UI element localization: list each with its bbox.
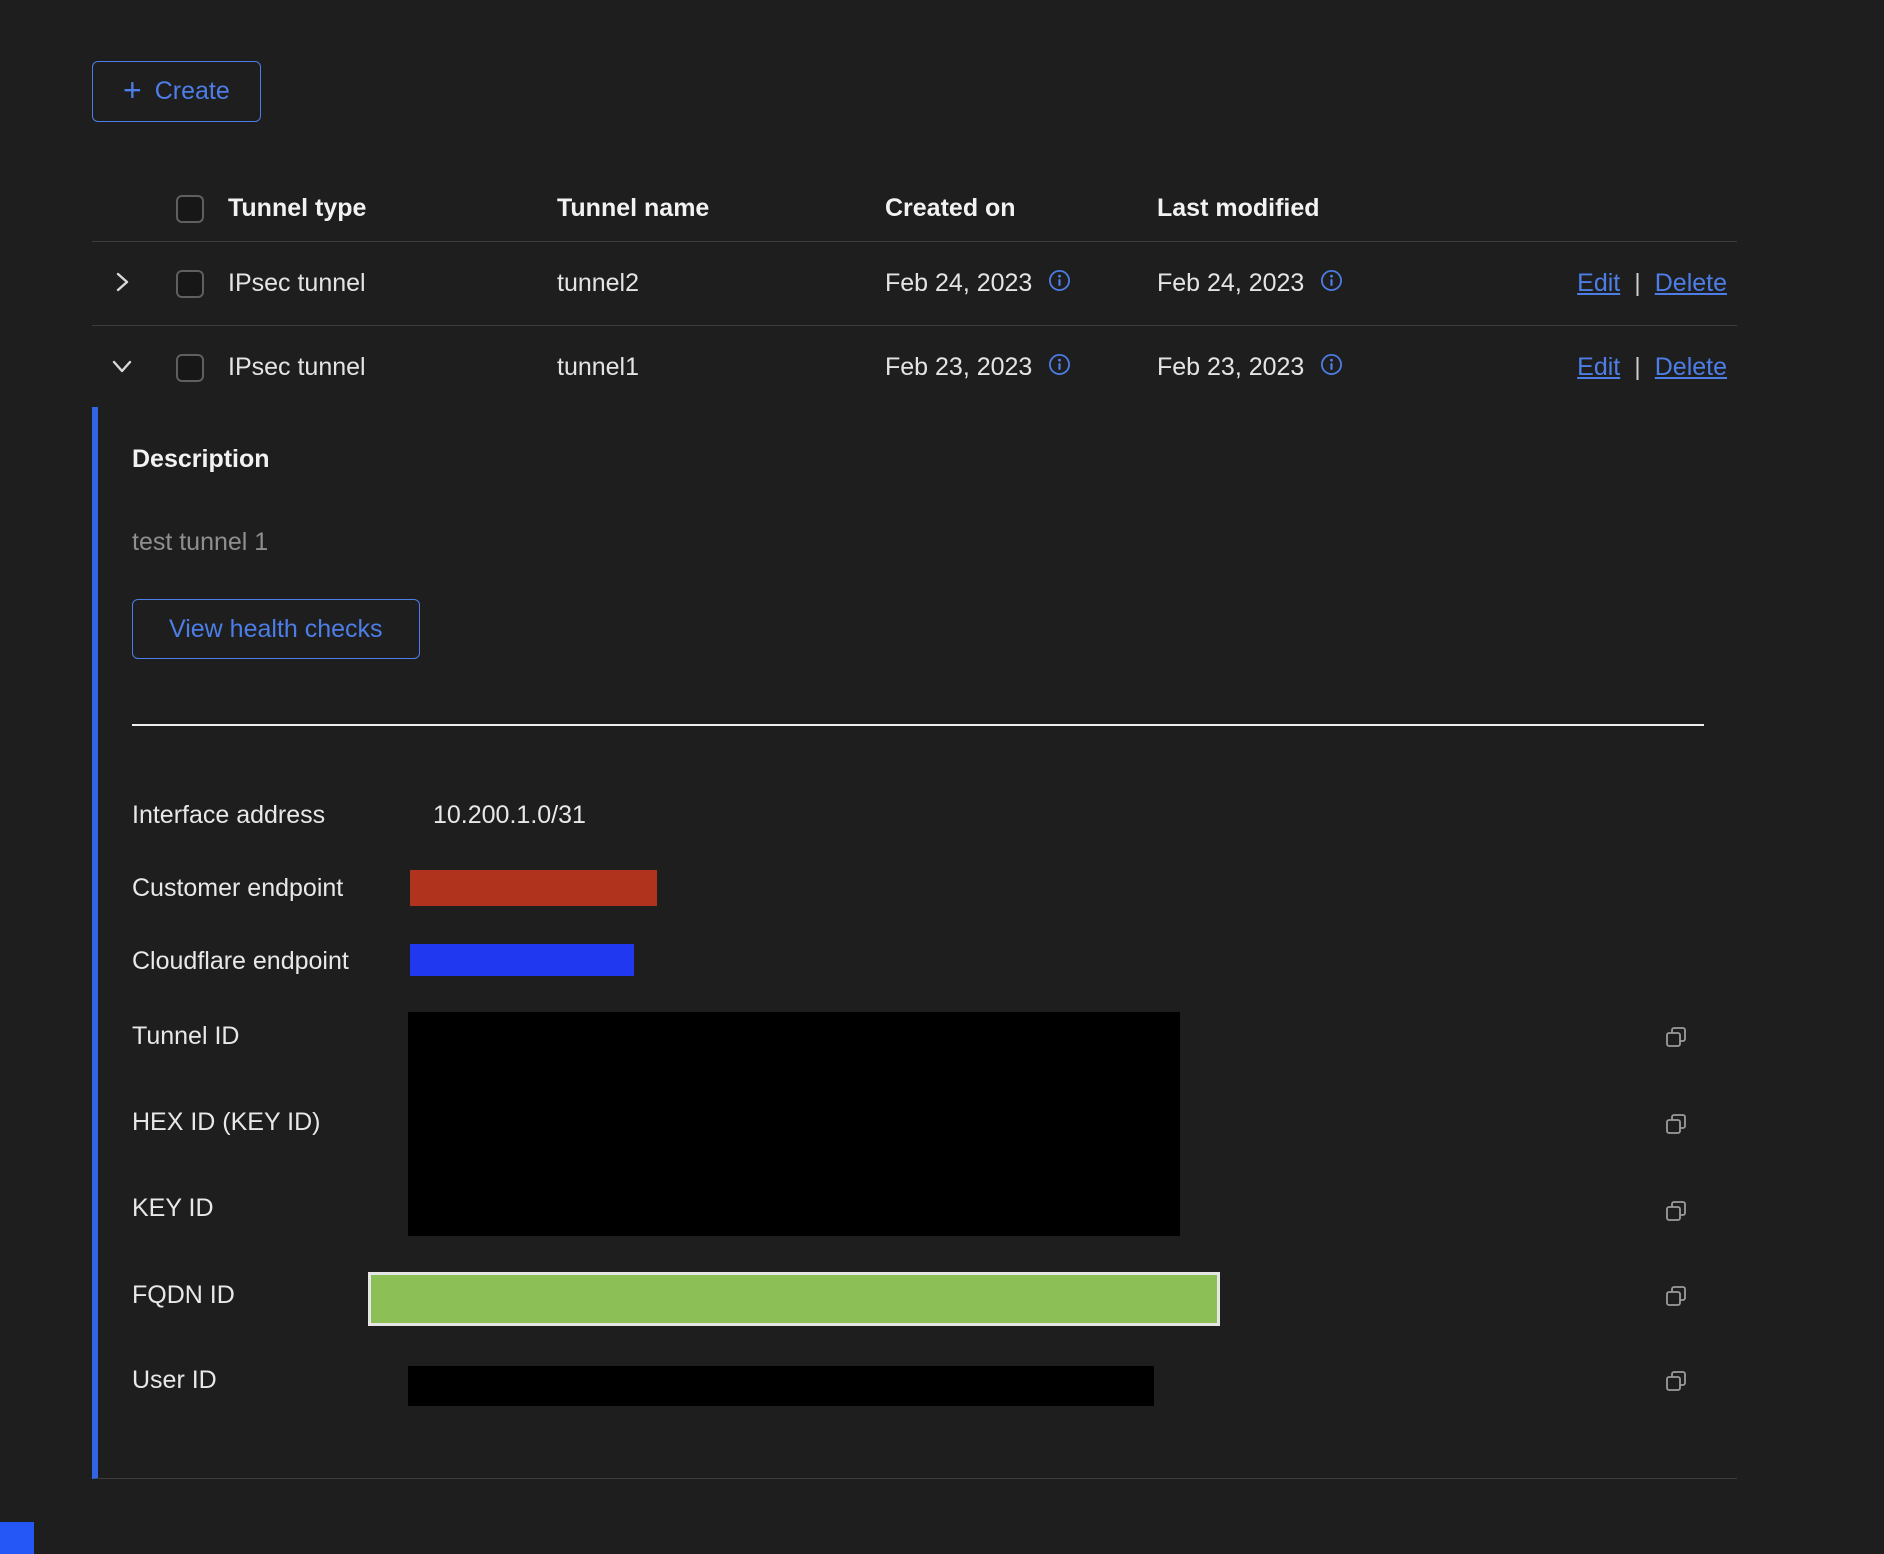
delete-link[interactable]: Delete	[1655, 353, 1727, 382]
user-id-label: User ID	[132, 1366, 217, 1394]
row-checkbox[interactable]	[176, 354, 204, 382]
expand-row-button[interactable]	[110, 270, 134, 297]
header-last-modified: Last modified	[1157, 194, 1540, 223]
fqdn-id-redacted-value	[368, 1272, 1220, 1326]
delete-link[interactable]: Delete	[1655, 269, 1727, 298]
info-icon[interactable]	[1048, 269, 1071, 299]
table-header-row: Tunnel type Tunnel name Created on Last …	[92, 176, 1737, 242]
chevron-down-icon	[110, 354, 134, 381]
info-icon[interactable]	[1320, 353, 1343, 383]
copy-tunnel-id-button[interactable]	[1663, 1024, 1689, 1053]
copy-icon	[1663, 1283, 1689, 1312]
copy-icon	[1663, 1111, 1689, 1140]
cloudflare-endpoint-redacted-value	[410, 944, 634, 976]
header-tunnel-name: Tunnel name	[557, 194, 885, 223]
create-button[interactable]: + Create	[92, 61, 261, 122]
select-all-checkbox[interactable]	[176, 195, 204, 223]
copy-key-id-button[interactable]	[1663, 1198, 1689, 1227]
tunnel-detail-panel: Description test tunnel 1 View health ch…	[92, 407, 1737, 1479]
hex-id-label: HEX ID (KEY ID)	[132, 1108, 320, 1136]
created-on-value: Feb 23, 2023	[885, 353, 1032, 382]
table-row-tunnel1: IPsec tunnel tunnel1 Feb 23, 2023 Feb 23…	[92, 326, 1737, 409]
table-row-tunnel2: IPsec tunnel tunnel2 Feb 24, 2023 Feb 24…	[92, 242, 1737, 326]
interface-address-value: 10.200.1.0/31	[433, 801, 586, 829]
last-modified-value: Feb 23, 2023	[1157, 353, 1304, 382]
copy-fqdn-id-button[interactable]	[1663, 1283, 1689, 1312]
action-separator: |	[1634, 269, 1641, 298]
chevron-right-icon	[110, 270, 134, 297]
header-tunnel-type: Tunnel type	[228, 194, 557, 223]
copy-icon	[1663, 1198, 1689, 1227]
key-id-label: KEY ID	[132, 1194, 214, 1222]
tunnel-name-cell: tunnel1	[557, 353, 885, 382]
tunnel-type-cell: IPsec tunnel	[228, 269, 557, 298]
copy-user-id-button[interactable]	[1663, 1368, 1689, 1397]
cloudflare-endpoint-label: Cloudflare endpoint	[132, 947, 349, 975]
tunnels-page: + Create Tunnel type Tunnel name Created…	[0, 0, 1884, 1554]
id-values-redacted-block	[408, 1012, 1180, 1236]
description-label: Description	[132, 445, 270, 473]
fqdn-id-label: FQDN ID	[132, 1281, 235, 1309]
header-created-on: Created on	[885, 194, 1157, 223]
collapse-row-button[interactable]	[110, 354, 134, 381]
corner-blue-square	[0, 1522, 34, 1554]
tunnel-id-label: Tunnel ID	[132, 1022, 239, 1050]
tunnels-table: Tunnel type Tunnel name Created on Last …	[92, 176, 1737, 409]
section-divider	[132, 724, 1704, 726]
copy-icon	[1663, 1024, 1689, 1053]
edit-link[interactable]: Edit	[1577, 353, 1620, 382]
last-modified-value: Feb 24, 2023	[1157, 269, 1304, 298]
view-health-checks-label: View health checks	[169, 615, 383, 644]
interface-address-label: Interface address	[132, 801, 325, 829]
info-icon[interactable]	[1048, 353, 1071, 383]
tunnel-name-cell: tunnel2	[557, 269, 885, 298]
tunnel-type-cell: IPsec tunnel	[228, 353, 557, 382]
edit-link[interactable]: Edit	[1577, 269, 1620, 298]
plus-icon: +	[123, 74, 142, 106]
created-on-value: Feb 24, 2023	[885, 269, 1032, 298]
customer-endpoint-redacted-value	[410, 870, 657, 906]
description-value: test tunnel 1	[132, 528, 268, 556]
copy-hex-id-button[interactable]	[1663, 1111, 1689, 1140]
create-button-label: Create	[155, 77, 230, 106]
action-separator: |	[1634, 353, 1641, 382]
copy-icon	[1663, 1368, 1689, 1397]
header-checkbox-cell	[152, 195, 228, 223]
row-checkbox[interactable]	[176, 270, 204, 298]
info-icon[interactable]	[1320, 269, 1343, 299]
view-health-checks-button[interactable]: View health checks	[132, 599, 420, 659]
user-id-redacted-value	[408, 1366, 1154, 1406]
customer-endpoint-label: Customer endpoint	[132, 874, 343, 902]
